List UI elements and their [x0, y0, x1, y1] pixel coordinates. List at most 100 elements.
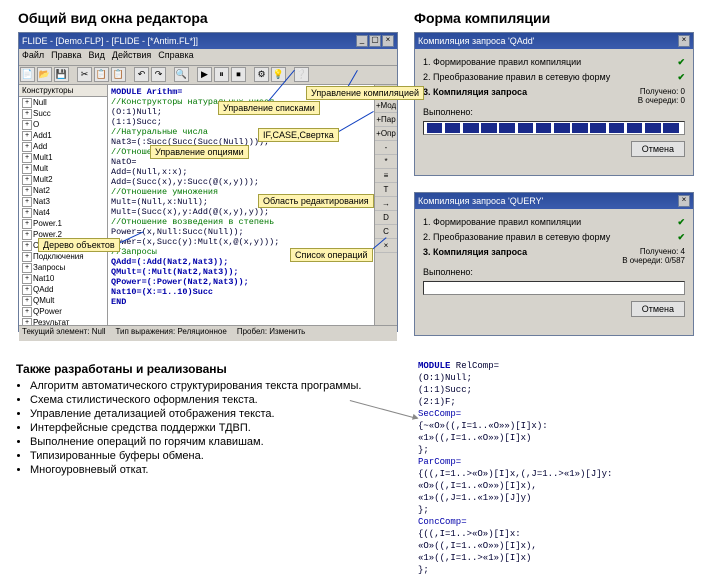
toolbar-button[interactable]: ↶ [134, 67, 149, 82]
op-button[interactable]: T [375, 183, 397, 197]
dlg2-title: Компиляция запроса 'QUERY' [418, 196, 543, 206]
close-button[interactable]: × [382, 35, 394, 47]
code-line: ConcComp= [418, 516, 708, 528]
tree-node[interactable]: QAdd [19, 284, 107, 295]
op-button[interactable]: * [375, 155, 397, 169]
tree-tab[interactable]: Конструкторы [19, 85, 107, 97]
op-button[interactable]: +Пар [375, 113, 397, 127]
compile-dialog-2: Компиляция запроса 'QUERY' × 1. Формиров… [414, 192, 694, 336]
features-title: Также разработаны и реализованы [16, 362, 396, 376]
toolbar[interactable]: 📄📂💾✂📋📋↶↷🔍▶⏸⏹⚙💡❔ [19, 66, 397, 85]
toolbar-button[interactable]: 💾 [54, 67, 69, 82]
dlg1-doing: Выполнено: [423, 107, 473, 117]
code-line: Mult=(Succ(x),y:Add(@(x,y),y)); [111, 207, 371, 217]
tree-node[interactable]: Succ [19, 108, 107, 119]
op-bar[interactable]: +Инд+Мод+Пар+Опр-*≡T→DC× [374, 85, 397, 325]
code-line: Nat10=(X:=1..10)Succ [111, 287, 371, 297]
op-button[interactable]: +Мод [375, 99, 397, 113]
callout-ops: Список операций [290, 248, 373, 262]
op-button[interactable]: × [375, 239, 397, 253]
status-cell: Тип выражения: Реляционное [116, 327, 227, 340]
min-button[interactable]: _ [356, 35, 368, 47]
toolbar-button[interactable]: 📋 [111, 67, 126, 82]
progress-bar [423, 121, 685, 135]
tree-node[interactable]: Mult [19, 163, 107, 174]
menu-item[interactable]: Действия [112, 50, 151, 64]
menu-item[interactable]: Правка [51, 50, 81, 64]
compile-dialog-1: Компиляция запроса 'QAdd' × 1. Формирова… [414, 32, 694, 176]
toolbar-button[interactable]: 🔍 [174, 67, 189, 82]
tree-node[interactable]: Mult2 [19, 174, 107, 185]
op-button[interactable]: - [375, 141, 397, 155]
code-line: (1:1)Succ; [418, 384, 708, 396]
callout-area: Область редактирования [258, 194, 374, 208]
tree-node[interactable]: Запросы [19, 262, 107, 273]
code-line: «1»((,I=1..«O»»)[I]x) [418, 432, 708, 444]
tree-node[interactable]: Nat10 [19, 273, 107, 284]
menu-item[interactable]: Файл [22, 50, 44, 64]
tree-node[interactable]: O [19, 119, 107, 130]
op-button[interactable]: ≡ [375, 169, 397, 183]
code-line: ParComp= [418, 456, 708, 468]
tree-node[interactable]: QPower [19, 306, 107, 317]
code-line: QPower=(:Power(Nat2,Nat3)); [111, 277, 371, 287]
code-line: «1»((,J=1..«1»»)[J]y) [418, 492, 708, 504]
toolbar-button[interactable]: ⚙ [254, 67, 269, 82]
tree-node[interactable]: Power.1 [19, 218, 107, 229]
tree-pane[interactable]: Конструкторы NullSuccOAdd1AddMult1MultMu… [19, 85, 108, 325]
tree-node[interactable]: Mult1 [19, 152, 107, 163]
heading-compile: Форма компиляции [414, 10, 550, 26]
tree-node[interactable]: Nat4 [19, 207, 107, 218]
code-line: Add=(Null,x:x); [111, 167, 371, 177]
callout-lists: Управление списками [218, 101, 320, 115]
toolbar-button[interactable]: ⏹ [231, 67, 246, 82]
callout-ifcase: IF,CASE,Свертка [258, 128, 339, 142]
op-button[interactable]: +Опр [375, 127, 397, 141]
toolbar-button[interactable]: ✂ [77, 67, 92, 82]
toolbar-button[interactable]: ▶ [197, 67, 212, 82]
tree-node[interactable]: Nat3 [19, 196, 107, 207]
code-line: QMult=(:Mult(Nat2,Nat3)); [111, 267, 371, 277]
dlg2-step1: 1. Формирование правил компиляции [423, 217, 581, 228]
tree-node[interactable]: Подключения [19, 251, 107, 262]
tree-node[interactable]: Результат [19, 317, 107, 325]
code-line: }; [418, 504, 708, 516]
toolbar-button[interactable]: 📋 [94, 67, 109, 82]
menubar[interactable]: Файл Правка Вид Действия Справка [19, 49, 397, 66]
feature-item: Выполнение операций по горячим клавишам. [30, 436, 396, 448]
max-button[interactable]: ▢ [369, 35, 381, 47]
op-button[interactable]: → [375, 197, 397, 211]
menu-item[interactable]: Вид [89, 50, 105, 64]
dlg2-stat2: В очереди: 0/587 [622, 256, 685, 265]
close-button[interactable]: × [678, 195, 690, 207]
toolbar-button[interactable]: 📄 [20, 67, 35, 82]
toolbar-button[interactable]: 📂 [37, 67, 52, 82]
statusbar: Текущий элемент: NullТип выражения: Реля… [19, 325, 397, 341]
tree-node[interactable]: Add [19, 141, 107, 152]
code-line: Power=(x,Null:Succ(Null)); [111, 227, 371, 237]
code-line: «1»((,I=1..>«1»)[I]x) [418, 552, 708, 564]
feature-item: Схема стилистического оформления текста. [30, 394, 396, 406]
tree-node[interactable]: Nat2 [19, 185, 107, 196]
code-line: «O»((,I=1..«O»»)[I]x), [418, 480, 708, 492]
menu-item[interactable]: Справка [158, 50, 193, 64]
toolbar-button [128, 67, 132, 83]
cancel-button[interactable]: Отмена [631, 141, 685, 157]
tree-node[interactable]: QMult [19, 295, 107, 306]
toolbar-button[interactable]: ⏸ [214, 67, 229, 82]
features-section: Также разработаны и реализованы Алгоритм… [16, 362, 396, 478]
tree-node[interactable]: Null [19, 97, 107, 108]
close-button[interactable]: × [678, 35, 690, 47]
op-button[interactable]: D [375, 211, 397, 225]
check-icon: ✔ [677, 72, 685, 83]
cancel-button[interactable]: Отмена [631, 301, 685, 317]
tree-node[interactable]: Add1 [19, 130, 107, 141]
check-icon: ✔ [677, 232, 685, 243]
toolbar-button[interactable]: 💡 [271, 67, 286, 82]
toolbar-button[interactable]: ↷ [151, 67, 166, 82]
code-line: }; [418, 564, 708, 576]
code-sample: MODULE RelComp= (O:1)Null; (1:1)Succ; (2… [418, 360, 708, 576]
code-line: «O»((,I=1..«O»»)[I]x), [418, 540, 708, 552]
dlg1-stat2: В очереди: 0 [638, 96, 685, 105]
toolbar-button[interactable]: ❔ [294, 67, 309, 82]
